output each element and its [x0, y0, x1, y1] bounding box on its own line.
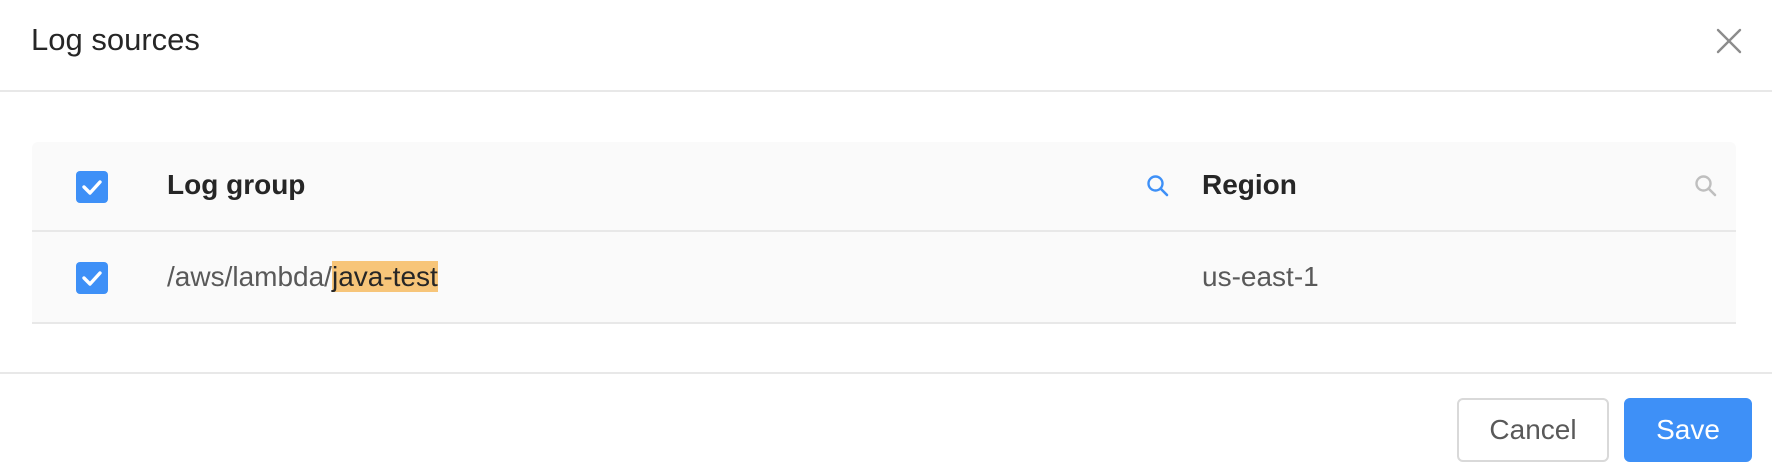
modal-title: Log sources: [31, 22, 200, 57]
log-group-prefix: /aws/lambda/: [167, 261, 332, 292]
modal-footer: Cancel Save: [0, 372, 1772, 472]
log-group-cell: /aws/lambda/java-test: [167, 260, 438, 294]
log-group-search-match: java-test: [331, 261, 438, 292]
modal-body: Log group Region /aws/lambda/java-test u…: [0, 92, 1772, 374]
row-checkbox[interactable]: [76, 262, 108, 294]
close-button[interactable]: [1710, 22, 1748, 60]
log-group-search-button[interactable]: [1144, 172, 1172, 200]
search-icon: [1695, 175, 1717, 197]
modal-header: Log sources: [0, 0, 1772, 92]
table-row[interactable]: /aws/lambda/java-test us-east-1: [32, 232, 1736, 324]
search-icon: [1147, 175, 1169, 197]
table-header: Log group Region: [32, 142, 1736, 232]
close-icon: [1716, 28, 1742, 54]
log-sources-table: Log group Region /aws/lambda/java-test u…: [32, 142, 1736, 324]
column-header-log-group: Log group: [167, 169, 306, 200]
save-button[interactable]: Save: [1624, 398, 1752, 462]
region-cell: us-east-1: [1202, 261, 1319, 292]
region-search-button[interactable]: [1692, 172, 1720, 200]
cancel-button[interactable]: Cancel: [1457, 398, 1609, 462]
check-icon: [82, 271, 102, 286]
column-header-region: Region: [1202, 169, 1297, 200]
log-sources-modal: Log sources Log group Region /aws/lambda…: [0, 0, 1772, 472]
check-icon: [82, 180, 102, 195]
select-all-checkbox[interactable]: [76, 171, 108, 203]
